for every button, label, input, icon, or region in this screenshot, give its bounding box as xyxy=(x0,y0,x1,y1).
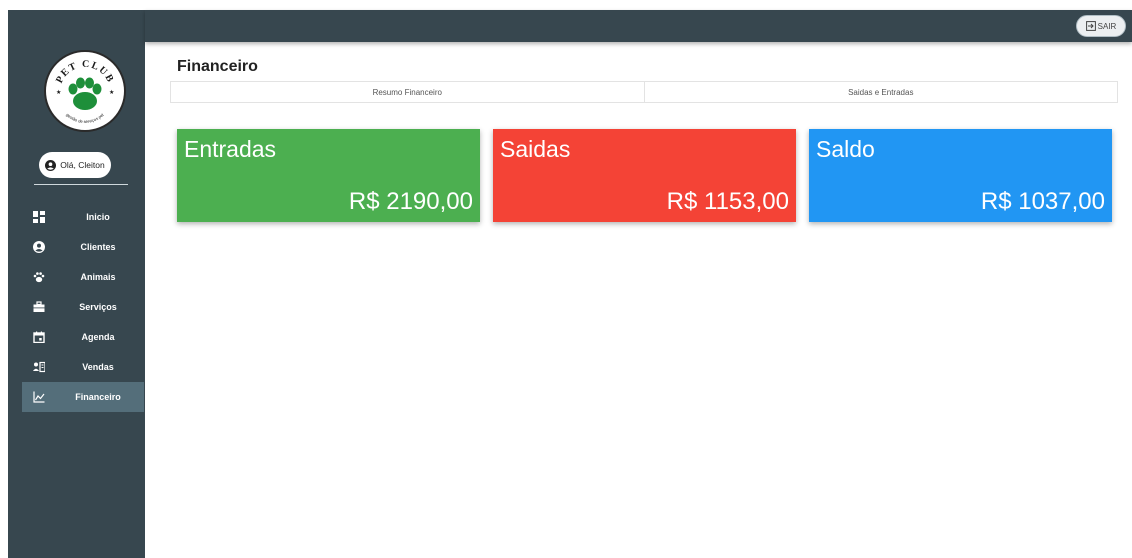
sidebar-item-vendas[interactable]: Vendas xyxy=(22,352,144,382)
saldo-value: R$ 1037,00 xyxy=(980,188,1105,215)
page-title: Financeiro xyxy=(177,58,258,75)
top-bar: SAIR xyxy=(145,10,1132,42)
sidebar-item-label: Vendas xyxy=(82,362,114,372)
sidebar-item-label: Clientes xyxy=(80,242,116,252)
sidebar: PET CLUB gestão de serviços pet ★ ★ Olá,… xyxy=(8,10,145,558)
tab-bar: Resumo Financeiro Saidas e Entradas xyxy=(170,81,1118,103)
sidebar-item-inicio[interactable]: Inicio xyxy=(22,202,144,232)
tab-resumo-financeiro[interactable]: Resumo Financeiro xyxy=(171,82,644,102)
chart-line-icon xyxy=(33,391,45,403)
logo-bottom-text: gestão de serviços pet xyxy=(65,112,105,124)
saldo-card: Saldo R$ 1037,00 xyxy=(809,129,1112,222)
user-circle-icon xyxy=(45,159,57,171)
saidas-card: Saidas R$ 1153,00 xyxy=(493,129,796,222)
briefcase-icon xyxy=(33,301,45,312)
svg-text:★: ★ xyxy=(109,89,114,96)
logout-icon xyxy=(1085,21,1096,31)
sidebar-item-animais[interactable]: Animais xyxy=(22,262,144,292)
logout-button[interactable]: SAIR xyxy=(1076,15,1126,37)
sidebar-item-label: Agenda xyxy=(81,332,115,342)
svg-text:★: ★ xyxy=(56,89,61,96)
svg-text:PET CLUB: PET CLUB xyxy=(54,59,116,85)
sidebar-item-servicos[interactable]: Serviços xyxy=(22,292,144,322)
logo-top-text: PET CLUB xyxy=(54,59,115,85)
svg-text:gestão de serviços pet: gestão de serviços pet xyxy=(65,112,105,124)
pet-club-logo: PET CLUB gestão de serviços pet ★ ★ xyxy=(44,50,126,132)
dashboard-icon xyxy=(33,211,45,223)
sidebar-item-clientes[interactable]: Clientes xyxy=(22,232,144,262)
sidebar-item-label: Financeiro xyxy=(75,392,121,402)
sidebar-divider xyxy=(34,184,128,185)
calendar-icon xyxy=(33,331,45,343)
sidebar-item-agenda[interactable]: Agenda xyxy=(22,322,144,352)
sidebar-item-label: Serviços xyxy=(79,302,117,312)
paw-icon xyxy=(33,272,45,283)
sidebar-item-financeiro[interactable]: Financeiro xyxy=(22,382,144,412)
tab-saidas-entradas[interactable]: Saidas e Entradas xyxy=(643,82,1118,102)
logout-label: SAIR xyxy=(1097,21,1117,31)
sidebar-nav: Inicio Clientes Animais Serviços Agenda … xyxy=(22,202,144,412)
paw-logo-icon: PET CLUB gestão de serviços pet ★ ★ xyxy=(54,59,116,124)
entradas-value: R$ 2190,00 xyxy=(348,188,473,215)
user-greeting-label: Olá, Cleiton xyxy=(60,160,105,170)
sidebar-item-label: Inicio xyxy=(86,212,110,222)
user-circle-icon xyxy=(33,241,45,253)
entradas-title: Entradas xyxy=(184,136,277,162)
user-greeting-chip[interactable]: Olá, Cleiton xyxy=(39,152,111,178)
saidas-title: Saidas xyxy=(500,136,571,162)
sales-icon xyxy=(33,361,45,373)
sidebar-item-label: Animais xyxy=(80,272,116,282)
saldo-title: Saldo xyxy=(816,136,875,162)
saidas-value: R$ 1153,00 xyxy=(666,188,789,215)
entradas-card: Entradas R$ 2190,00 xyxy=(177,129,480,222)
